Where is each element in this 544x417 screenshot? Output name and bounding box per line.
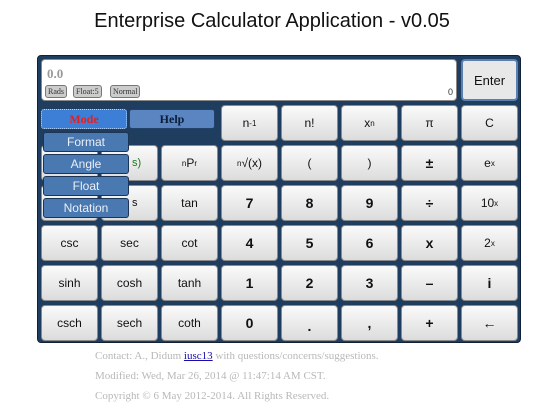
page-title: Enterprise Calculator Application - v0.0… (94, 10, 450, 32)
pi-button[interactable]: π (401, 105, 458, 141)
menu-bar: Mode Help (41, 109, 215, 131)
digit-5-button[interactable]: 5 (281, 225, 338, 261)
footer-modified: Modified: Wed, Mar 26, 2014 @ 11:47:14 A… (95, 370, 326, 382)
root-label: √(x) (241, 156, 263, 170)
two-power-button[interactable]: 2x (461, 225, 518, 261)
coth-button[interactable]: coth (161, 305, 218, 341)
hidden-key-row3-partial-label: s (132, 197, 138, 209)
factorial-button[interactable]: n! (281, 105, 338, 141)
help-menu-button[interactable]: Help (129, 109, 215, 129)
footer-copyright: Copyright © 6 May 2012-2014. All Rights … (95, 390, 330, 402)
imaginary-button[interactable]: i (461, 265, 518, 301)
mode-menu-button[interactable]: Mode (41, 109, 127, 129)
close-paren-button[interactable]: ) (341, 145, 398, 181)
contact-suffix: with questions/concerns/suggestions. (212, 350, 379, 362)
contact-prefix: Contact: A., Didum (95, 350, 184, 362)
digit-1-button[interactable]: 1 (221, 265, 278, 301)
dropdown-item-float[interactable]: Float (43, 176, 129, 196)
digit-3-button[interactable]: 3 (341, 265, 398, 301)
reciprocal-label: n (242, 116, 250, 130)
ten-power-label: 10 (480, 196, 495, 210)
tanh-button[interactable]: tanh (161, 265, 218, 301)
digit-0-button[interactable]: 0 (221, 305, 278, 341)
sech-button[interactable]: sech (101, 305, 158, 341)
cot-button[interactable]: cot (161, 225, 218, 261)
display-value: 0.0 (47, 66, 64, 81)
reciprocal-sup: -1 (249, 118, 257, 128)
angle-unit-badge: Rads (45, 85, 67, 98)
digit-7-button[interactable]: 7 (221, 185, 278, 221)
two-power-label: 2 (484, 236, 491, 250)
backspace-button[interactable]: ← (461, 305, 518, 341)
exp-sup: x (490, 158, 495, 168)
permutation-button[interactable]: nPr (161, 145, 218, 181)
dropdown-item-notation[interactable]: Notation (43, 198, 129, 218)
digit-2-button[interactable]: 2 (281, 265, 338, 301)
exp-button[interactable]: ex (461, 145, 518, 181)
two-power-sup: x (490, 238, 495, 248)
plus-minus-button[interactable]: ± (401, 145, 458, 181)
cosh-button[interactable]: cosh (101, 265, 158, 301)
npr-sub-right: r (194, 158, 198, 168)
clear-button[interactable]: C (461, 105, 518, 141)
calculator-display: 0.0 Rads Float:5 Normal 0 (41, 59, 457, 101)
contact-link[interactable]: iusc13 (184, 350, 213, 362)
comma-button[interactable]: , (341, 305, 398, 341)
digit-9-button[interactable]: 9 (341, 185, 398, 221)
hidden-key-row2-partial-label: s) (132, 157, 142, 169)
ten-power-button[interactable]: 10 x (461, 185, 518, 221)
subtract-button[interactable]: – (401, 265, 458, 301)
csc-button[interactable]: csc (41, 225, 98, 261)
tan-button[interactable]: tan (161, 185, 218, 221)
calculator-panel: 0.0 Rads Float:5 Normal 0 Enter n -1 n! x… (37, 55, 521, 343)
dropdown-item-format[interactable]: Format (43, 132, 129, 152)
digit-6-button[interactable]: 6 (341, 225, 398, 261)
decimal-button[interactable]: . (281, 305, 338, 341)
divide-button[interactable]: ÷ (401, 185, 458, 221)
dropdown-item-angle[interactable]: Angle (43, 154, 129, 174)
float-precision-badge: Float:5 (73, 85, 102, 98)
ten-power-sup: x (494, 198, 499, 208)
add-button[interactable]: + (401, 305, 458, 341)
stack-count: 0 (447, 87, 453, 97)
power-sup: n (370, 118, 375, 128)
footer-contact: Contact: A., Didum iusc13 with questions… (95, 350, 379, 362)
reciprocal-button[interactable]: n -1 (221, 105, 278, 141)
notation-badge: Normal (110, 85, 141, 98)
sinh-button[interactable]: sinh (41, 265, 98, 301)
exp-label: e (484, 156, 491, 170)
digit-4-button[interactable]: 4 (221, 225, 278, 261)
power-button[interactable]: xn (341, 105, 398, 141)
csch-button[interactable]: csch (41, 305, 98, 341)
enter-button[interactable]: Enter (461, 59, 518, 101)
digit-8-button[interactable]: 8 (281, 185, 338, 221)
open-paren-button[interactable]: ( (281, 145, 338, 181)
sec-button[interactable]: sec (101, 225, 158, 261)
nth-root-button[interactable]: n √(x) (221, 145, 278, 181)
npr-label: P (186, 156, 195, 170)
multiply-button[interactable]: x (401, 225, 458, 261)
